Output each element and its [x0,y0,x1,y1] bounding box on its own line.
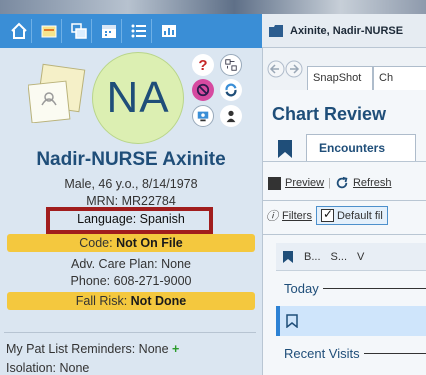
column-header-3[interactable]: V [357,251,364,263]
inbox-icon [41,25,56,38]
monitor-icon[interactable] [192,105,214,127]
code-status-value: Not On File [116,236,183,250]
calendar-icon [101,25,116,38]
code-status-label: Code: [79,236,117,250]
group-today[interactable]: Today [284,281,426,296]
encounter-grid-header: B... S... V [276,243,426,271]
group-recent-line [363,353,426,354]
group-today-label: Today [284,281,319,296]
preview-label[interactable]: Preview [285,177,324,189]
chart-icon [162,25,176,37]
default-filter-label: Default fil [336,209,383,222]
toolbar-separator: | [328,177,331,189]
filters-label[interactable]: Filters [282,210,312,222]
group-recent-label: Recent Visits [284,346,360,361]
avatar-initials: NA [106,73,170,122]
fall-risk-value: Not Done [130,294,187,308]
forward-arrow-icon[interactable] [285,60,303,78]
filters-divider [262,234,426,235]
windows-icon [70,23,87,39]
refresh-icon[interactable] [335,176,349,190]
list-button[interactable] [126,19,152,43]
sidebar-divider [4,332,256,333]
code-status-banner[interactable]: Code: Not On File [7,234,255,252]
toolbar-divider [262,200,426,201]
list-icon [131,24,146,38]
selected-encounter-row[interactable] [276,306,426,336]
patient-phone: Phone: 608-271-9000 [70,274,192,288]
patient-sidebar: NA ? Nadir-NURSE Axinite Male, 46 y.o., … [0,48,262,375]
chart-review-title: Chart Review [272,104,387,124]
default-filter-checkbox[interactable] [320,207,334,222]
row-bookmark-icon[interactable] [286,314,298,328]
fall-risk-label: Fall Risk: [75,294,131,308]
folder-icon [269,24,283,37]
group-recent-visits[interactable]: Recent Visits [284,346,426,361]
preview-refresh-row: Preview | Refresh [268,176,392,190]
advance-care-plan: Adv. Care Plan: None [71,257,191,271]
patient-language: Language: Spanish [77,212,185,226]
filters-row: ⓘ Filters Default fil [266,206,388,225]
patient-photo-placeholder[interactable] [28,63,86,123]
info-icon: ⓘ [266,209,279,223]
pat-list-reminders: My Pat List Reminders: None + [6,342,179,356]
window-title-strip [0,0,426,14]
activity-nav: SnapShot Ch [263,48,426,90]
refresh-status-icon[interactable] [220,79,242,101]
quick-toolbar [0,14,262,48]
patient-demographics: Male, 46 y.o., 8/14/1978 [64,177,198,191]
refresh-label[interactable]: Refresh [353,177,392,189]
care-team-icon[interactable] [220,105,242,127]
preview-checkbox[interactable] [268,176,281,190]
column-header-1[interactable]: B... [304,251,321,263]
patient-avatar[interactable]: NA [92,52,184,144]
calendar-button[interactable] [96,19,122,43]
tab-encounters[interactable]: Encounters [306,134,416,161]
column-header-2[interactable]: S... [331,251,348,263]
windows-button[interactable] [66,19,92,43]
add-reminder-button[interactable]: + [172,342,179,356]
reminders-text: My Pat List Reminders: None [6,342,169,356]
back-arrow-icon[interactable] [267,60,285,78]
vitals-icon[interactable] [220,54,242,76]
default-filter-toggle[interactable]: Default fil [315,206,388,225]
home-icon [10,22,27,39]
tab-chart-review[interactable]: Ch [373,66,426,90]
inbox-button[interactable] [36,19,62,43]
patient-tab-title: Axinite, Nadir-NURSE [290,24,404,37]
patient-name[interactable]: Nadir-NURSE Axinite [0,149,262,171]
tab-snapshot[interactable]: SnapShot [307,66,373,90]
no-allergy-icon[interactable] [192,79,214,101]
patient-mrn: MRN: MR22784 [86,194,176,208]
fall-risk-banner[interactable]: Fall Risk: Not Done [7,292,255,310]
patient-tab[interactable]: Axinite, Nadir-NURSE [262,14,426,48]
isolation-status: Isolation: None [6,361,90,375]
bookmark-icon[interactable] [277,139,293,159]
chart-button[interactable] [156,19,182,43]
home-button[interactable] [6,19,32,43]
tab-divider [262,161,426,162]
header-bookmark-icon[interactable] [282,250,294,264]
group-today-line [322,288,426,289]
help-icon[interactable]: ? [192,54,214,76]
